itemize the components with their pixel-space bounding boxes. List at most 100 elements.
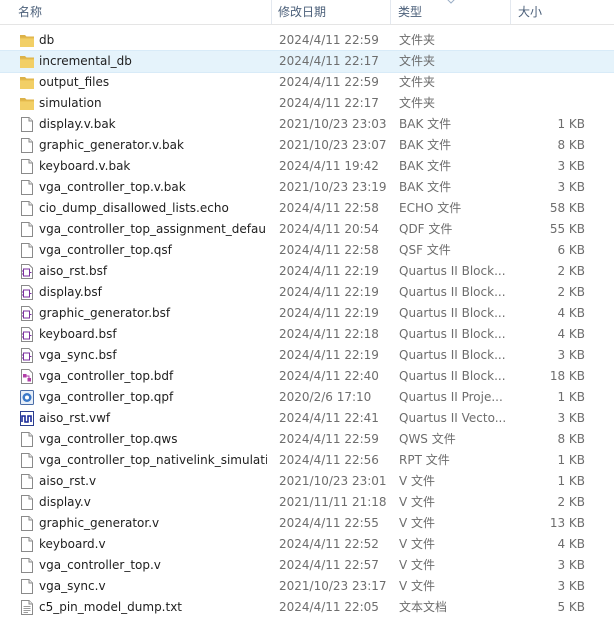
file-size: 4 KB <box>557 306 585 320</box>
column-header-size[interactable]: 大小 <box>513 0 614 24</box>
file-name: keyboard.bsf <box>39 327 117 341</box>
column-header-date[interactable]: 修改日期 <box>273 0 391 24</box>
file-row[interactable]: graphic_generator.v.bak 2021/10/23 23:07 B… <box>0 135 614 156</box>
file-type: Quartus II Block... <box>399 348 505 362</box>
file-row[interactable]: aiso_rst.vwf 2024/4/11 22:41 Quartus II Ve… <box>0 408 614 429</box>
file-type: BAK 文件 <box>399 180 452 194</box>
file-row[interactable]: keyboard.bsf 2024/4/11 22:18 Quartus II Bl… <box>0 324 614 345</box>
file-name: vga_controller_top_assignment_defau... <box>39 222 267 236</box>
file-date: 2024/4/11 22:19 <box>279 264 379 278</box>
file-name: vga_controller_top.v.bak <box>39 180 186 194</box>
file-row[interactable]: vga_sync.v 2021/10/23 23:17 V 文件 3 KB <box>0 576 614 597</box>
quartus-project-icon <box>20 390 34 405</box>
file-row[interactable]: vga_controller_top_nativelink_simulati..… <box>0 450 614 471</box>
file-type: Quartus II Block... <box>399 264 505 278</box>
file-size: 3 KB <box>557 579 585 593</box>
file-row[interactable]: display.v.bak 2021/10/23 23:03 BAK 文件 1 KB <box>0 114 614 135</box>
file-size: 1 KB <box>557 117 585 131</box>
file-type: BAK 文件 <box>399 138 452 152</box>
file-name: aiso_rst.v <box>39 474 97 488</box>
file-size: 6 KB <box>557 243 585 257</box>
file-name: cio_dump_disallowed_lists.echo <box>39 201 229 215</box>
file-type: Quartus II Vecto... <box>399 411 505 425</box>
file-row[interactable]: output_files 2024/4/11 22:59 文件夹 <box>0 72 614 93</box>
file-row[interactable]: vga_sync.bsf 2024/4/11 22:19 Quartus II Bl… <box>0 345 614 366</box>
file-row[interactable]: vga_controller_top.v 2024/4/11 22:57 V 文件 3… <box>0 555 614 576</box>
file-name: vga_sync.bsf <box>39 348 117 362</box>
file-name: keyboard.v.bak <box>39 159 131 173</box>
file-date: 2024/4/11 22:41 <box>279 411 379 425</box>
bsf-file-icon <box>21 348 33 363</box>
file-type: V 文件 <box>399 537 436 551</box>
document-icon <box>21 159 33 174</box>
file-type: V 文件 <box>399 579 436 593</box>
column-header-name[interactable]: 名称 <box>13 0 272 24</box>
file-row[interactable]: aiso_rst.v 2021/10/23 23:01 V 文件 1 KB <box>0 471 614 492</box>
file-date: 2024/4/11 22:59 <box>279 432 379 446</box>
file-type: 文件夹 <box>399 75 436 89</box>
file-row[interactable]: vga_controller_top.qsf 2024/4/11 22:58 QSF… <box>0 240 614 261</box>
file-row[interactable]: keyboard.v.bak 2024/4/11 19:42 BAK 文件 3 KB <box>0 156 614 177</box>
file-row[interactable]: vga_controller_top.qpf 2020/2/6 17:10 Quar… <box>0 387 614 408</box>
file-row[interactable]: c5_pin_model_dump.txt 2024/4/11 22:05 文本文档… <box>0 597 614 618</box>
file-row[interactable]: display.bsf 2024/4/11 22:19 Quartus II Blo… <box>0 282 614 303</box>
document-icon <box>21 138 33 153</box>
file-size: 1 KB <box>557 390 585 404</box>
folder-icon <box>20 56 34 68</box>
file-date: 2021/10/23 23:03 <box>279 117 387 131</box>
file-date: 2024/4/11 22:52 <box>279 537 379 551</box>
file-size: 55 KB <box>549 222 585 236</box>
file-name: vga_controller_top.qsf <box>39 243 172 257</box>
file-size: 3 KB <box>557 558 585 572</box>
file-row[interactable]: aiso_rst.bsf 2024/4/11 22:19 Quartus II Bl… <box>0 261 614 282</box>
document-icon <box>21 453 33 468</box>
file-name: graphic_generator.bsf <box>39 306 171 320</box>
file-name: vga_controller_top.v <box>39 558 161 572</box>
file-name: graphic_generator.v <box>39 516 160 530</box>
file-date: 2024/4/11 22:55 <box>279 516 379 530</box>
file-row[interactable]: cio_dump_disallowed_lists.echo 2024/4/11 … <box>0 198 614 219</box>
document-icon <box>21 201 33 216</box>
file-row[interactable]: keyboard.v 2024/4/11 22:52 V 文件 4 KB <box>0 534 614 555</box>
file-row[interactable]: display.v 2021/11/11 21:18 V 文件 2 KB <box>0 492 614 513</box>
file-date: 2024/4/11 22:05 <box>279 600 379 614</box>
file-type: Quartus II Proje... <box>399 390 503 404</box>
file-type: RPT 文件 <box>399 453 450 467</box>
file-date: 2024/4/11 22:58 <box>279 243 379 257</box>
file-size: 18 KB <box>549 369 585 383</box>
file-size: 5 KB <box>557 600 585 614</box>
file-size: 8 KB <box>557 138 585 152</box>
file-size: 1 KB <box>557 453 585 467</box>
file-size <box>515 51 585 72</box>
text-file-icon <box>21 600 33 615</box>
file-date: 2024/4/11 22:17 <box>279 96 379 110</box>
file-row[interactable]: vga_controller_top.bdf 2024/4/11 22:40 Qua… <box>0 366 614 387</box>
document-icon <box>21 432 33 447</box>
file-name: vga_controller_top_nativelink_simulati..… <box>39 453 267 467</box>
file-size: 3 KB <box>557 411 585 425</box>
file-type: Quartus II Block... <box>399 306 505 320</box>
file-row[interactable]: graphic_generator.bsf 2024/4/11 22:19 Quar… <box>0 303 614 324</box>
folder-icon <box>20 98 34 110</box>
file-name: vga_sync.v <box>39 579 106 593</box>
document-icon <box>21 474 33 489</box>
file-date: 2020/2/6 17:10 <box>279 390 372 404</box>
file-name: simulation <box>39 96 102 110</box>
document-icon <box>21 537 33 552</box>
file-row[interactable]: vga_controller_top_assignment_defau... 20… <box>0 219 614 240</box>
file-row[interactable]: vga_controller_top.qws 2024/4/11 22:59 QWS… <box>0 429 614 450</box>
document-icon <box>21 222 33 237</box>
document-icon <box>21 495 33 510</box>
file-size: 4 KB <box>557 537 585 551</box>
file-type: 文本文档 <box>399 600 448 614</box>
file-row[interactable]: vga_controller_top.v.bak 2021/10/23 23:19… <box>0 177 614 198</box>
file-name: aiso_rst.vwf <box>39 411 111 425</box>
file-size <box>515 93 585 114</box>
file-row[interactable]: incremental_db 2024/4/11 22:17 文件夹 <box>0 50 614 73</box>
file-type: Quartus II Block... <box>399 369 505 383</box>
file-row[interactable]: simulation 2024/4/11 22:17 文件夹 <box>0 93 614 114</box>
file-row[interactable]: graphic_generator.v 2024/4/11 22:55 V 文件 13… <box>0 513 614 534</box>
file-row[interactable]: db 2024/4/11 22:59 文件夹 <box>0 30 614 51</box>
file-type: QSF 文件 <box>399 243 451 257</box>
file-size: 3 KB <box>557 348 585 362</box>
